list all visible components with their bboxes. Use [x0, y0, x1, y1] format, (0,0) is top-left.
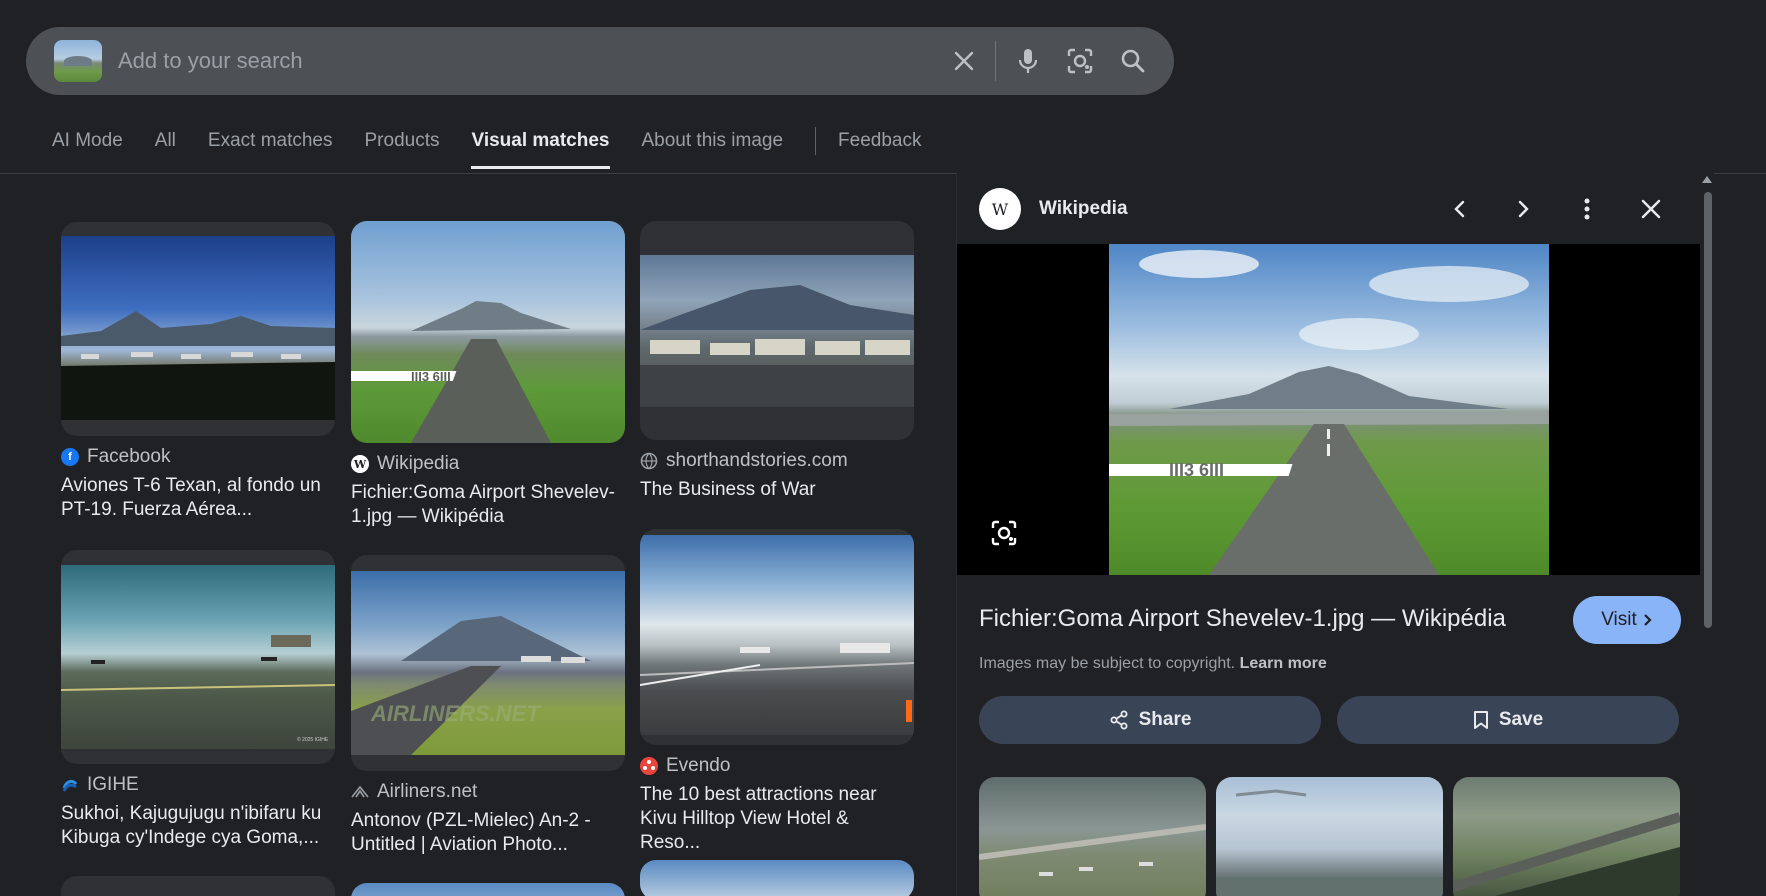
lens-search-icon[interactable]	[987, 516, 1021, 550]
result-source-label: Evendo	[666, 755, 731, 776]
preview-image[interactable]: III3 6III	[1109, 244, 1549, 575]
evendo-icon	[640, 757, 658, 775]
image-preview[interactable]: III3 6III	[957, 244, 1701, 575]
result-thumbnail[interactable]	[640, 860, 914, 896]
result-card[interactable]	[61, 876, 335, 896]
result-source-label: Wikipedia	[377, 453, 460, 474]
result-title[interactable]: The 10 best attractions near Kivu Hillto…	[640, 783, 914, 855]
result-title[interactable]: Sukhoi, Kajugujugu n'ibifaru ku Kibuga c…	[61, 802, 335, 850]
clear-icon[interactable]	[950, 47, 978, 75]
result-source-label: Airliners.net	[377, 781, 478, 802]
result-title[interactable]: The Business of War	[640, 478, 914, 502]
panel-header: W Wikipedia	[957, 172, 1701, 244]
search-input[interactable]	[118, 27, 938, 95]
panel-scrollbar[interactable]	[1700, 172, 1714, 896]
copyright-notice: Images may be subject to copyright. Lear…	[979, 655, 1327, 673]
airliners-watermark: AIRLINERS.NET	[370, 701, 541, 726]
search-divider	[995, 41, 996, 81]
panel-title[interactable]: Fichier:Goma Airport Shevelev-1.jpg — Wi…	[979, 605, 1506, 633]
panel-source-name[interactable]: Wikipedia	[1039, 198, 1128, 220]
related-image[interactable]	[1216, 777, 1443, 896]
visit-button[interactable]: Visit	[1573, 596, 1681, 644]
lens-icon[interactable]	[1066, 47, 1094, 75]
result-thumbnail[interactable]: AIRLINERS.NET	[351, 555, 625, 771]
tab-feedback[interactable]: Feedback	[838, 130, 921, 166]
result-title[interactable]: Antonov (PZL-Mielec) An-2 - Untitled | A…	[351, 809, 625, 857]
tab-about-this-image[interactable]: About this image	[642, 130, 784, 166]
share-label: Share	[1138, 709, 1192, 730]
result-card[interactable]: Evendo The 10 best attractions near Kivu…	[640, 529, 914, 855]
tab-products[interactable]: Products	[365, 130, 440, 166]
result-title[interactable]: Fichier:Goma Airport Shevelev-1.jpg — Wi…	[351, 481, 625, 529]
share-icon	[1110, 710, 1128, 730]
airliners-icon	[351, 783, 369, 801]
tabs-underline	[0, 173, 968, 174]
learn-more-link[interactable]: Learn more	[1240, 655, 1327, 672]
result-card[interactable]	[351, 883, 625, 896]
result-card[interactable]: AIRLINERS.NET Airliners.net Antonov (PZL…	[351, 555, 625, 857]
visit-label: Visit	[1601, 609, 1637, 630]
scrollbar-thumb[interactable]	[1704, 192, 1712, 628]
result-thumbnail[interactable]	[640, 529, 914, 745]
tab-ai-mode[interactable]: AI Mode	[52, 130, 123, 166]
result-card[interactable]: f Facebook Aviones T-6 Texan, al fondo u…	[61, 222, 335, 522]
result-thumbnail[interactable]	[351, 883, 625, 896]
result-thumbnail[interactable]: © 2025 IGIHE	[61, 550, 335, 764]
facebook-icon: f	[61, 448, 79, 466]
result-source[interactable]: f Facebook	[61, 446, 335, 468]
close-icon[interactable]	[1636, 194, 1666, 224]
wikipedia-logo[interactable]: W	[979, 188, 1021, 230]
result-card[interactable]: III3 6III W Wikipedia Fichier:Goma Airpo…	[351, 221, 625, 529]
next-icon[interactable]	[1508, 194, 1538, 224]
search-bar	[26, 27, 1174, 95]
microphone-icon[interactable]	[1014, 47, 1042, 75]
bookmark-icon	[1473, 711, 1488, 729]
result-source[interactable]: shorthandstories.com	[640, 450, 914, 472]
more-options-icon[interactable]	[1572, 194, 1602, 224]
result-card[interactable]: shorthandstories.com The Business of War	[640, 221, 914, 502]
tab-all[interactable]: All	[155, 130, 176, 166]
igihe-icon	[61, 776, 79, 794]
save-label: Save	[1498, 709, 1544, 730]
result-source[interactable]: W Wikipedia	[351, 453, 625, 475]
copyright-text: Images may be subject to copyright.	[979, 655, 1236, 672]
query-image-thumbnail[interactable]	[54, 40, 102, 82]
result-card[interactable]	[640, 860, 914, 896]
previous-icon[interactable]	[1445, 194, 1475, 224]
result-source-label: IGIHE	[87, 774, 139, 795]
tab-visual-matches[interactable]: Visual matches	[471, 130, 610, 169]
result-source[interactable]: Airliners.net	[351, 781, 625, 803]
image-detail-panel: W Wikipedia III3 6III Fichier:Goma Airpo…	[956, 172, 1701, 896]
runway-marking: III3 6III	[411, 369, 451, 384]
result-source[interactable]: Evendo	[640, 755, 914, 777]
result-card[interactable]: © 2025 IGIHE IGIHE Sukhoi, Kajugujugu n'…	[61, 550, 335, 850]
tab-divider	[815, 127, 817, 155]
result-title[interactable]: Aviones T-6 Texan, al fondo un PT-19. Fu…	[61, 474, 335, 522]
search-icon[interactable]	[1119, 47, 1147, 75]
share-button[interactable]: Share	[979, 696, 1321, 744]
related-image[interactable]	[1453, 777, 1680, 896]
tab-exact-matches[interactable]: Exact matches	[208, 130, 333, 166]
globe-icon	[640, 452, 658, 470]
result-thumbnail[interactable]: III3 6III	[351, 221, 625, 443]
save-button[interactable]: Save	[1337, 696, 1679, 744]
result-thumbnail[interactable]	[61, 876, 335, 896]
result-source-label: shorthandstories.com	[666, 450, 848, 471]
result-source-label: Facebook	[87, 446, 171, 467]
result-thumbnail[interactable]	[640, 221, 914, 440]
result-source[interactable]: IGIHE	[61, 774, 335, 796]
runway-marking: III3 6III	[1169, 460, 1224, 480]
results-tabs: AI Mode All Exact matches Products Visua…	[52, 127, 953, 174]
result-thumbnail[interactable]	[61, 222, 335, 436]
chevron-right-icon	[1644, 614, 1652, 626]
wikipedia-icon: W	[351, 455, 369, 473]
scroll-up-arrow-icon[interactable]	[1702, 176, 1712, 183]
related-image[interactable]	[979, 777, 1206, 896]
igihe-watermark: © 2025 IGIHE	[297, 736, 329, 743]
